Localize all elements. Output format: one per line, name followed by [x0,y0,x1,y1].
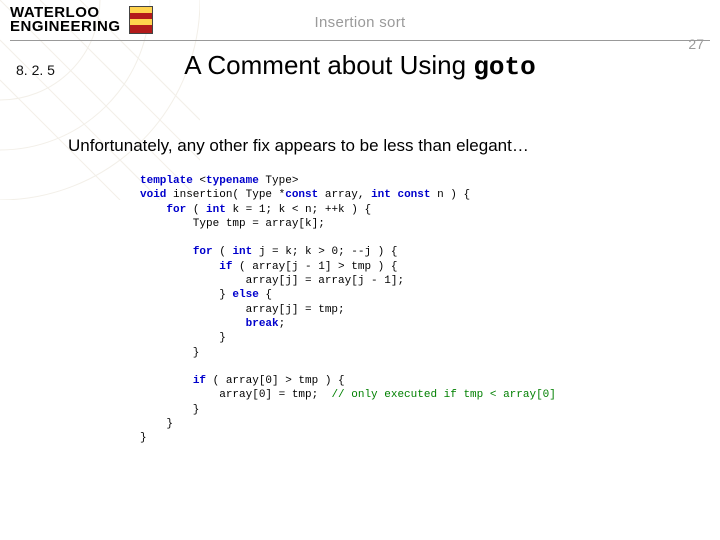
slide-topic: Insertion sort [0,14,720,31]
slide-title: A Comment about Using goto [0,50,720,82]
title-text: A Comment about Using [184,50,473,80]
code-block: template <typename Type> void insertion(… [140,174,556,446]
header-rule [10,40,710,41]
body-text: Unfortunately, any other fix appears to … [68,136,529,156]
title-keyword: goto [473,52,535,82]
